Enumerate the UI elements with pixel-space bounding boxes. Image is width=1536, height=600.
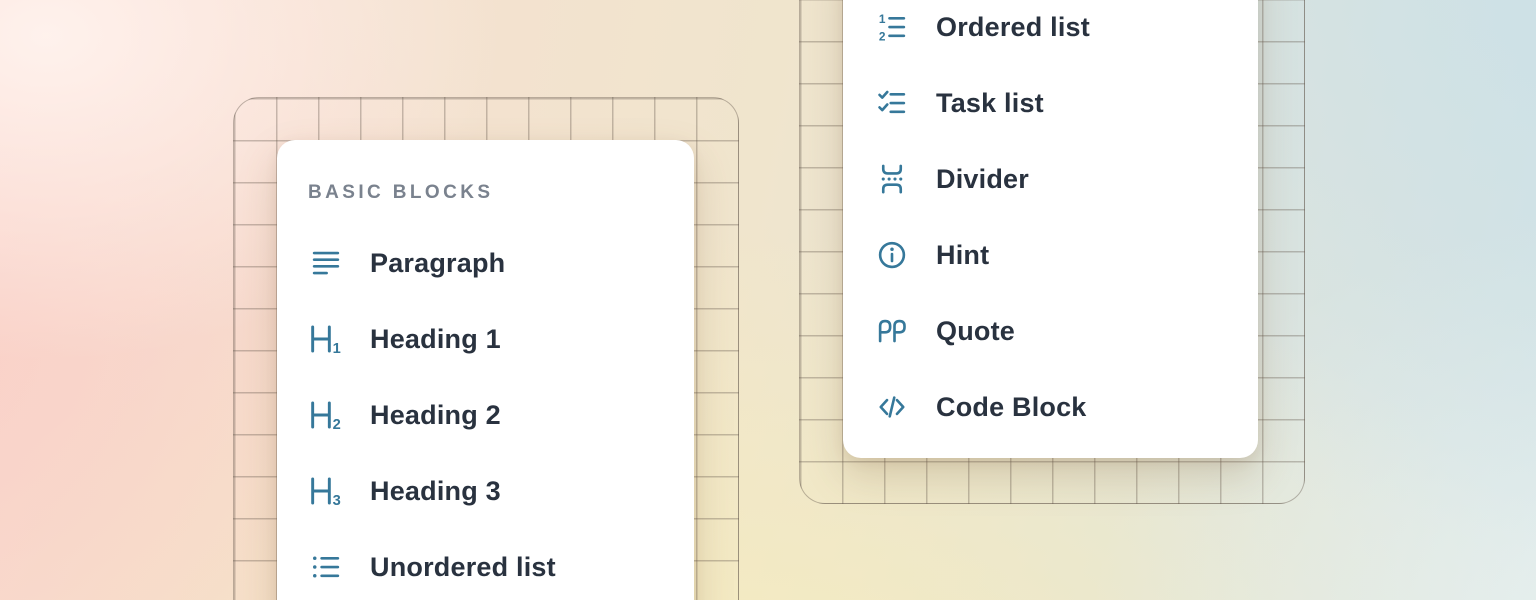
menu-item-label: Heading 3 [370,476,501,507]
task-list-icon [874,87,910,119]
menu-item-label: Heading 2 [370,400,501,431]
menu-item-label: Quote [936,316,1015,347]
menu-section-header: BASIC BLOCKS [308,180,694,206]
svg-text:1: 1 [879,12,886,26]
block-menu-illustration: BASIC BLOCKS Paragraph 1 [0,0,1536,600]
heading-3-icon: 3 [308,475,344,507]
heading-2-icon: 2 [308,399,344,431]
basic-blocks-list: Paragraph 1 Heading 1 2 [277,225,694,600]
menu-item-code-block[interactable]: Code Block [843,369,1258,445]
unordered-list-icon [308,551,344,583]
menu-item-unordered-list[interactable]: Unordered list [277,529,694,600]
svg-text:2: 2 [333,417,341,431]
menu-item-paragraph[interactable]: Paragraph [277,225,694,301]
svg-text:1: 1 [333,341,341,355]
menu-item-label: Task list [936,88,1044,119]
menu-item-hint[interactable]: Hint [843,217,1258,293]
menu-item-label: Heading 1 [370,324,501,355]
divider-icon [874,163,910,195]
menu-item-label: Unordered list [370,552,556,583]
hint-icon [874,239,910,271]
code-block-icon [874,391,910,423]
menu-item-label: Ordered list [936,12,1090,43]
paragraph-icon [308,247,344,279]
menu-item-heading-3[interactable]: 3 Heading 3 [277,453,694,529]
quote-icon [874,315,910,347]
menu-item-ordered-list[interactable]: 1 2 Ordered list [843,0,1258,65]
menu-item-quote[interactable]: Quote [843,293,1258,369]
basic-blocks-menu: BASIC BLOCKS Paragraph 1 [277,140,694,600]
menu-item-label: Divider [936,164,1029,195]
menu-item-task-list[interactable]: Task list [843,65,1258,141]
menu-item-label: Hint [936,240,989,271]
menu-item-divider[interactable]: Divider [843,141,1258,217]
svg-text:2: 2 [879,29,886,42]
svg-text:3: 3 [333,493,341,507]
menu-item-label: Paragraph [370,248,505,279]
insert-blocks-list: 1 2 Ordered list [843,0,1258,445]
menu-item-heading-2[interactable]: 2 Heading 2 [277,377,694,453]
menu-item-label: Code Block [936,392,1087,423]
ordered-list-icon: 1 2 [874,11,910,43]
heading-1-icon: 1 [308,323,344,355]
menu-item-heading-1[interactable]: 1 Heading 1 [277,301,694,377]
insert-blocks-menu: 1 2 Ordered list [843,0,1258,458]
